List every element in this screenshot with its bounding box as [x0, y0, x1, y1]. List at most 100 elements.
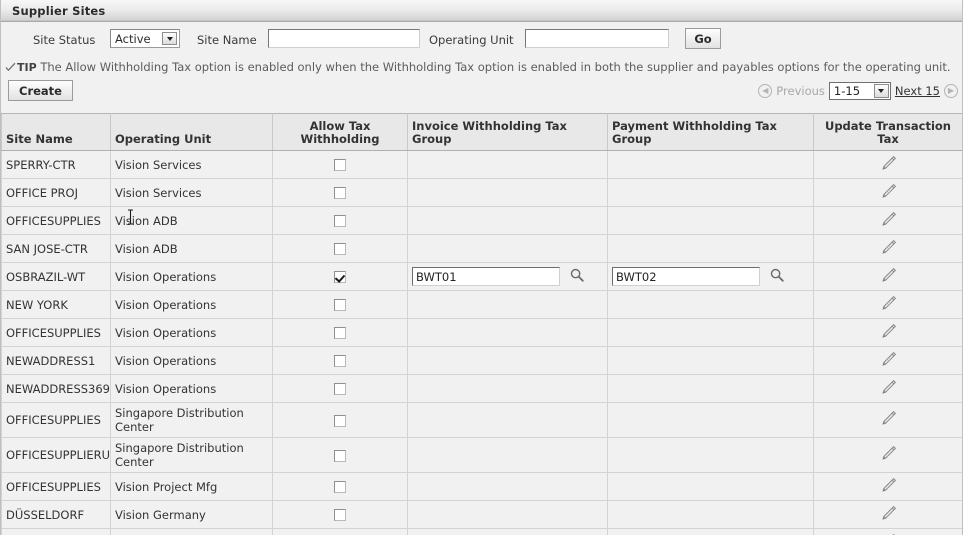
cell-update-transaction-tax — [813, 206, 962, 235]
site-name-value: SAN JOSE-CTR — [6, 241, 88, 256]
allow-tax-withholding-checkbox[interactable] — [334, 383, 346, 395]
column-header-payment-withholding-tax-group[interactable]: Payment Withholding Tax Group — [607, 113, 814, 151]
operating-unit-value: Singapore Distribution Center — [115, 441, 244, 469]
page-range-value: 1-15 — [833, 84, 861, 98]
pencil-icon[interactable] — [880, 410, 897, 430]
previous-link: Previous — [776, 84, 825, 98]
cell-operating-unit: Vision Project Mfg — [110, 472, 273, 501]
pencil-icon[interactable] — [880, 323, 897, 343]
tip-row: TIP The Allow Withholding Tax option is … — [1, 60, 962, 78]
cell-allow-tax-withholding — [272, 150, 408, 179]
table-row: OFFICESUPPLIES Vision Project Mfg — [1, 472, 962, 501]
chevron-down-icon[interactable] — [873, 84, 889, 98]
cell-invoice-withholding-tax-group — [407, 374, 608, 403]
allow-tax-withholding-checkbox[interactable] — [334, 414, 346, 427]
cell-operating-unit: Vision Operations — [110, 318, 273, 347]
supplier-sites-table-wrapper: Site Name Operating Unit Allow Tax Withh… — [1, 113, 962, 535]
cell-payment-withholding-tax-group — [607, 500, 814, 529]
pencil-icon[interactable] — [880, 267, 897, 287]
pencil-icon[interactable] — [880, 183, 897, 203]
cell-allow-tax-withholding — [272, 318, 408, 347]
column-header-site-name[interactable]: Site Name — [1, 113, 111, 151]
cell-allow-tax-withholding — [272, 346, 408, 375]
cell-update-transaction-tax — [813, 318, 962, 347]
allow-tax-withholding-checkbox[interactable] — [334, 159, 346, 171]
site-name-value: SPERRY-CTR — [6, 157, 76, 172]
allow-tax-withholding-checkbox[interactable] — [334, 327, 346, 339]
cell-invoice-withholding-tax-group — [407, 290, 608, 319]
site-name-value: OFFICESUPPLIES — [6, 325, 101, 340]
table-row: NEWADDRESS369 Vision Operations — [1, 374, 962, 403]
chevron-down-icon[interactable] — [162, 32, 177, 45]
pencil-icon[interactable] — [880, 379, 897, 399]
cell-update-transaction-tax — [813, 374, 962, 403]
cell-payment-withholding-tax-group — [607, 178, 814, 207]
check-icon — [5, 62, 16, 76]
site-name-label: Site Name — [197, 33, 257, 47]
allow-tax-withholding-checkbox[interactable] — [334, 187, 346, 199]
cell-invoice-withholding-tax-group — [407, 402, 608, 438]
cell-allow-tax-withholding — [272, 234, 408, 263]
cell-allow-tax-withholding — [272, 290, 408, 319]
table-row: SPERRY-CTR Vision Services — [1, 150, 962, 179]
cell-operating-unit: Vision Services — [110, 150, 273, 179]
cell-site-name: NEWADDRESS369 — [1, 374, 111, 403]
pencil-icon[interactable] — [880, 239, 897, 259]
cell-payment-withholding-tax-group — [607, 437, 814, 473]
site-name-value: NEWADDRESS369 — [6, 381, 110, 396]
cell-allow-tax-withholding — [272, 178, 408, 207]
page-range-select[interactable]: 1-15 — [828, 82, 891, 100]
pencil-icon[interactable] — [880, 211, 897, 231]
allow-tax-withholding-checkbox[interactable] — [334, 355, 346, 367]
cell-site-name: NEW YORK — [1, 290, 111, 319]
allow-tax-withholding-checkbox[interactable] — [334, 243, 346, 255]
payment-withholding-tax-group-input[interactable] — [612, 267, 760, 286]
pencil-icon[interactable] — [880, 505, 897, 525]
column-header-update-transaction-tax[interactable]: Update Transaction Tax — [813, 113, 962, 151]
next-arrow-icon[interactable]: ▶ — [944, 84, 958, 98]
pencil-icon[interactable] — [880, 351, 897, 371]
cell-operating-unit: Vision Operations — [110, 374, 273, 403]
operating-unit-value: Singapore Distribution Center — [115, 406, 244, 434]
site-name-value: OFFICESUPPLIES — [6, 479, 101, 494]
column-header-allow-tax-withholding[interactable]: Allow Tax Withholding — [272, 113, 408, 151]
pencil-icon[interactable] — [880, 155, 897, 175]
cell-invoice-withholding-tax-group — [407, 150, 608, 179]
site-name-input[interactable] — [268, 29, 420, 48]
table-row: SAN JOSE-CTR Vision ADB — [1, 234, 962, 263]
window-titlebar: Supplier Sites — [1, 0, 962, 22]
cell-site-name: NEWADDRESS1 — [1, 346, 111, 375]
cell-update-transaction-tax — [813, 234, 962, 263]
column-header-operating-unit[interactable]: Operating Unit — [110, 113, 273, 151]
allow-tax-withholding-checkbox[interactable] — [334, 449, 346, 462]
cell-site-name: ST INKL SCHECK — [1, 528, 111, 535]
tip-text: The Allow Withholding Tax option is enab… — [40, 60, 951, 74]
column-header-invoice-withholding-tax-group[interactable]: Invoice Withholding Tax Group — [407, 113, 608, 151]
allow-tax-withholding-checkbox[interactable] — [334, 481, 346, 493]
cell-site-name: OSBRAZIL-WT — [1, 262, 111, 291]
site-name-value: OFFICESUPPLIES — [6, 213, 101, 228]
search-icon[interactable] — [770, 268, 784, 285]
go-button[interactable]: Go — [685, 28, 721, 49]
pencil-icon[interactable] — [880, 445, 897, 465]
operating-unit-value: Vision Services — [115, 157, 202, 172]
search-icon[interactable] — [570, 268, 584, 285]
operating-unit-input[interactable] — [525, 29, 669, 48]
cell-invoice-withholding-tax-group — [407, 262, 608, 291]
allow-tax-withholding-checkbox[interactable] — [334, 299, 346, 311]
allow-tax-withholding-checkbox[interactable] — [334, 215, 346, 227]
site-status-select[interactable]: Active — [110, 29, 180, 48]
create-button[interactable]: Create — [8, 80, 73, 101]
previous-arrow-icon: ◀ — [758, 84, 773, 98]
allow-tax-withholding-checkbox[interactable] — [334, 271, 346, 283]
table-row: NEWADDRESS1 Vision Operations — [1, 346, 962, 375]
pencil-icon[interactable] — [880, 477, 897, 497]
tip-label: TIP — [17, 61, 37, 74]
allow-tax-withholding-checkbox[interactable] — [334, 509, 346, 521]
pencil-icon[interactable] — [880, 295, 897, 315]
next-link[interactable]: Next 15 — [895, 84, 940, 98]
cell-site-name: SAN JOSE-CTR — [1, 234, 111, 263]
site-status-value: Active — [115, 31, 151, 46]
cell-site-name: DÜSSELDORF — [1, 500, 111, 529]
invoice-withholding-tax-group-input[interactable] — [412, 267, 560, 286]
